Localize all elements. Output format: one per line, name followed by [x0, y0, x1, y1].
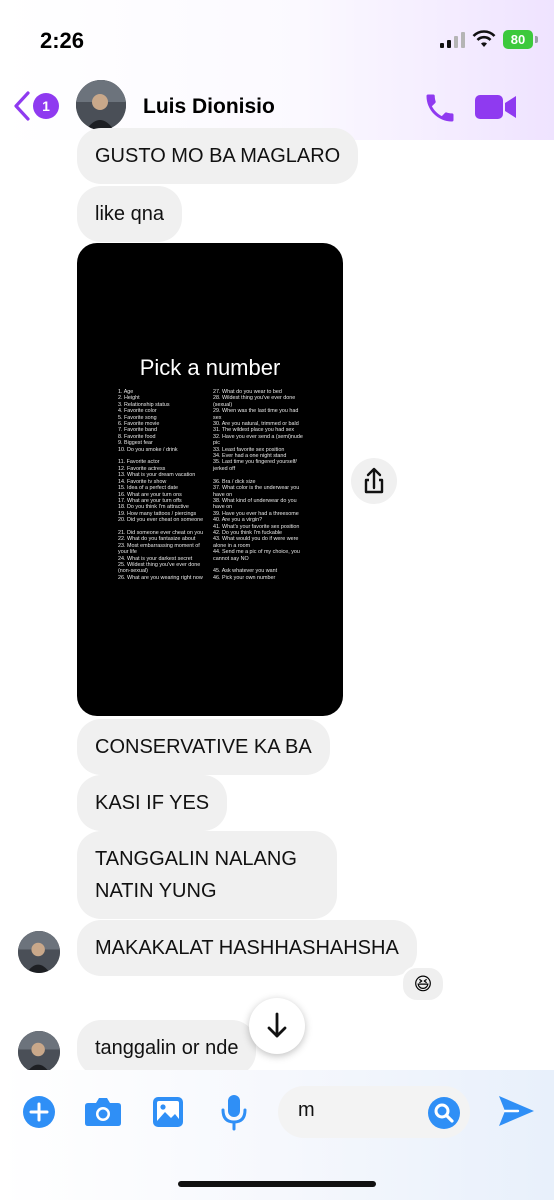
image-question-line: 46. Pick your own number [213, 574, 276, 581]
wifi-icon [472, 30, 496, 47]
message-text: KASI IF YES [95, 792, 210, 814]
sender-avatar[interactable] [18, 1031, 60, 1073]
message-bubble[interactable]: like qna [77, 186, 182, 242]
image-question-line: 20. Did you ever cheat on someone [118, 517, 204, 524]
image-question-line: 29. When was the last time you had [213, 408, 299, 415]
status-bar: 2:26 80 [0, 0, 554, 70]
photo-gallery-icon[interactable] [151, 1095, 185, 1129]
image-title: Pick a number [139, 355, 281, 380]
status-time: 2:26 [40, 28, 85, 53]
cellular-signal-icon [440, 32, 465, 48]
message-text: tanggalin or nde [95, 1037, 239, 1059]
image-question-line: 26. What are you wearing right now [118, 574, 203, 581]
message-bubble[interactable]: TANGGALIN NALANG NATIN YUNG [77, 831, 337, 919]
image-question-line: 37. What color is the underwear you [213, 485, 300, 492]
image-question-line: 31. The wildest place you had sex [213, 427, 295, 434]
sender-avatar[interactable] [18, 931, 60, 973]
message-text-line: NATIN YUNG [95, 880, 217, 902]
scroll-to-bottom-button[interactable] [249, 998, 305, 1054]
contact-avatar[interactable] [76, 80, 126, 130]
message-bubble[interactable]: tanggalin or nde [77, 1020, 257, 1076]
image-question-line: 22. What do you fantasize about [118, 536, 196, 543]
image-question-line: 44. Send me a pic of my choice, you [213, 549, 300, 556]
image-question-line: 35. Last time you fingered yourself/ [213, 459, 297, 466]
message-text: like qna [95, 203, 164, 225]
image-question-line: 32. Have you ever send a (semi)nude [213, 433, 303, 440]
contact-name[interactable]: Luis Dionisio [143, 95, 275, 119]
image-question-line: 43. What would you do if were were [213, 536, 299, 543]
image-question-line: 13. What is your dream vacation [118, 472, 196, 479]
arrow-down-icon [267, 1012, 287, 1038]
message-input[interactable]: m [278, 1086, 470, 1138]
image-right-column: 27. What do you wear to bed 28. Wildest t… [213, 389, 303, 581]
search-icon[interactable] [427, 1096, 461, 1130]
shared-image[interactable]: Pick a number 1. Age 2. Height 3. Relation… [77, 243, 343, 716]
message-bubble[interactable]: GUSTO MO BA MAGLARO [77, 128, 359, 184]
camera-icon[interactable] [84, 1094, 122, 1128]
image-question-line: 41. What's your favorite sex position [213, 523, 300, 530]
add-icon[interactable] [22, 1095, 56, 1129]
share-icon [364, 467, 384, 494]
message-text: GUSTO MO BA MAGLARO [95, 145, 341, 167]
home-indicator [178, 1181, 376, 1187]
image-question-line: 28. Wildest thing you've ever done [213, 395, 296, 402]
message-bubble[interactable]: MAKAKALAT HASHHASHAHSHA [77, 920, 417, 976]
message-bubble[interactable]: CONSERVATIVE KA BA [77, 719, 330, 775]
send-icon[interactable] [496, 1093, 536, 1129]
message-text: MAKAKALAT HASHHASHAHSHA [95, 937, 399, 959]
back-chevron-icon[interactable] [10, 90, 34, 122]
message-text: CONSERVATIVE KA BA [95, 736, 312, 758]
image-left-column: 1. Age 2. Height 3. Relationship status 4. … [118, 389, 203, 581]
battery-tip [535, 36, 538, 43]
reaction-badge[interactable]: 😆 [401, 966, 445, 1002]
battery-icon: 80 [503, 30, 533, 49]
message-input-text: m [298, 1099, 315, 1121]
share-button[interactable] [351, 458, 397, 504]
message-text-line: TANGGALIN NALANG [95, 848, 297, 870]
video-call-icon[interactable] [474, 92, 518, 122]
microphone-icon[interactable] [220, 1093, 248, 1131]
phone-call-icon[interactable] [422, 90, 458, 126]
unread-count-badge[interactable]: 1 [33, 93, 59, 119]
message-bubble[interactable]: KASI IF YES [77, 775, 228, 831]
